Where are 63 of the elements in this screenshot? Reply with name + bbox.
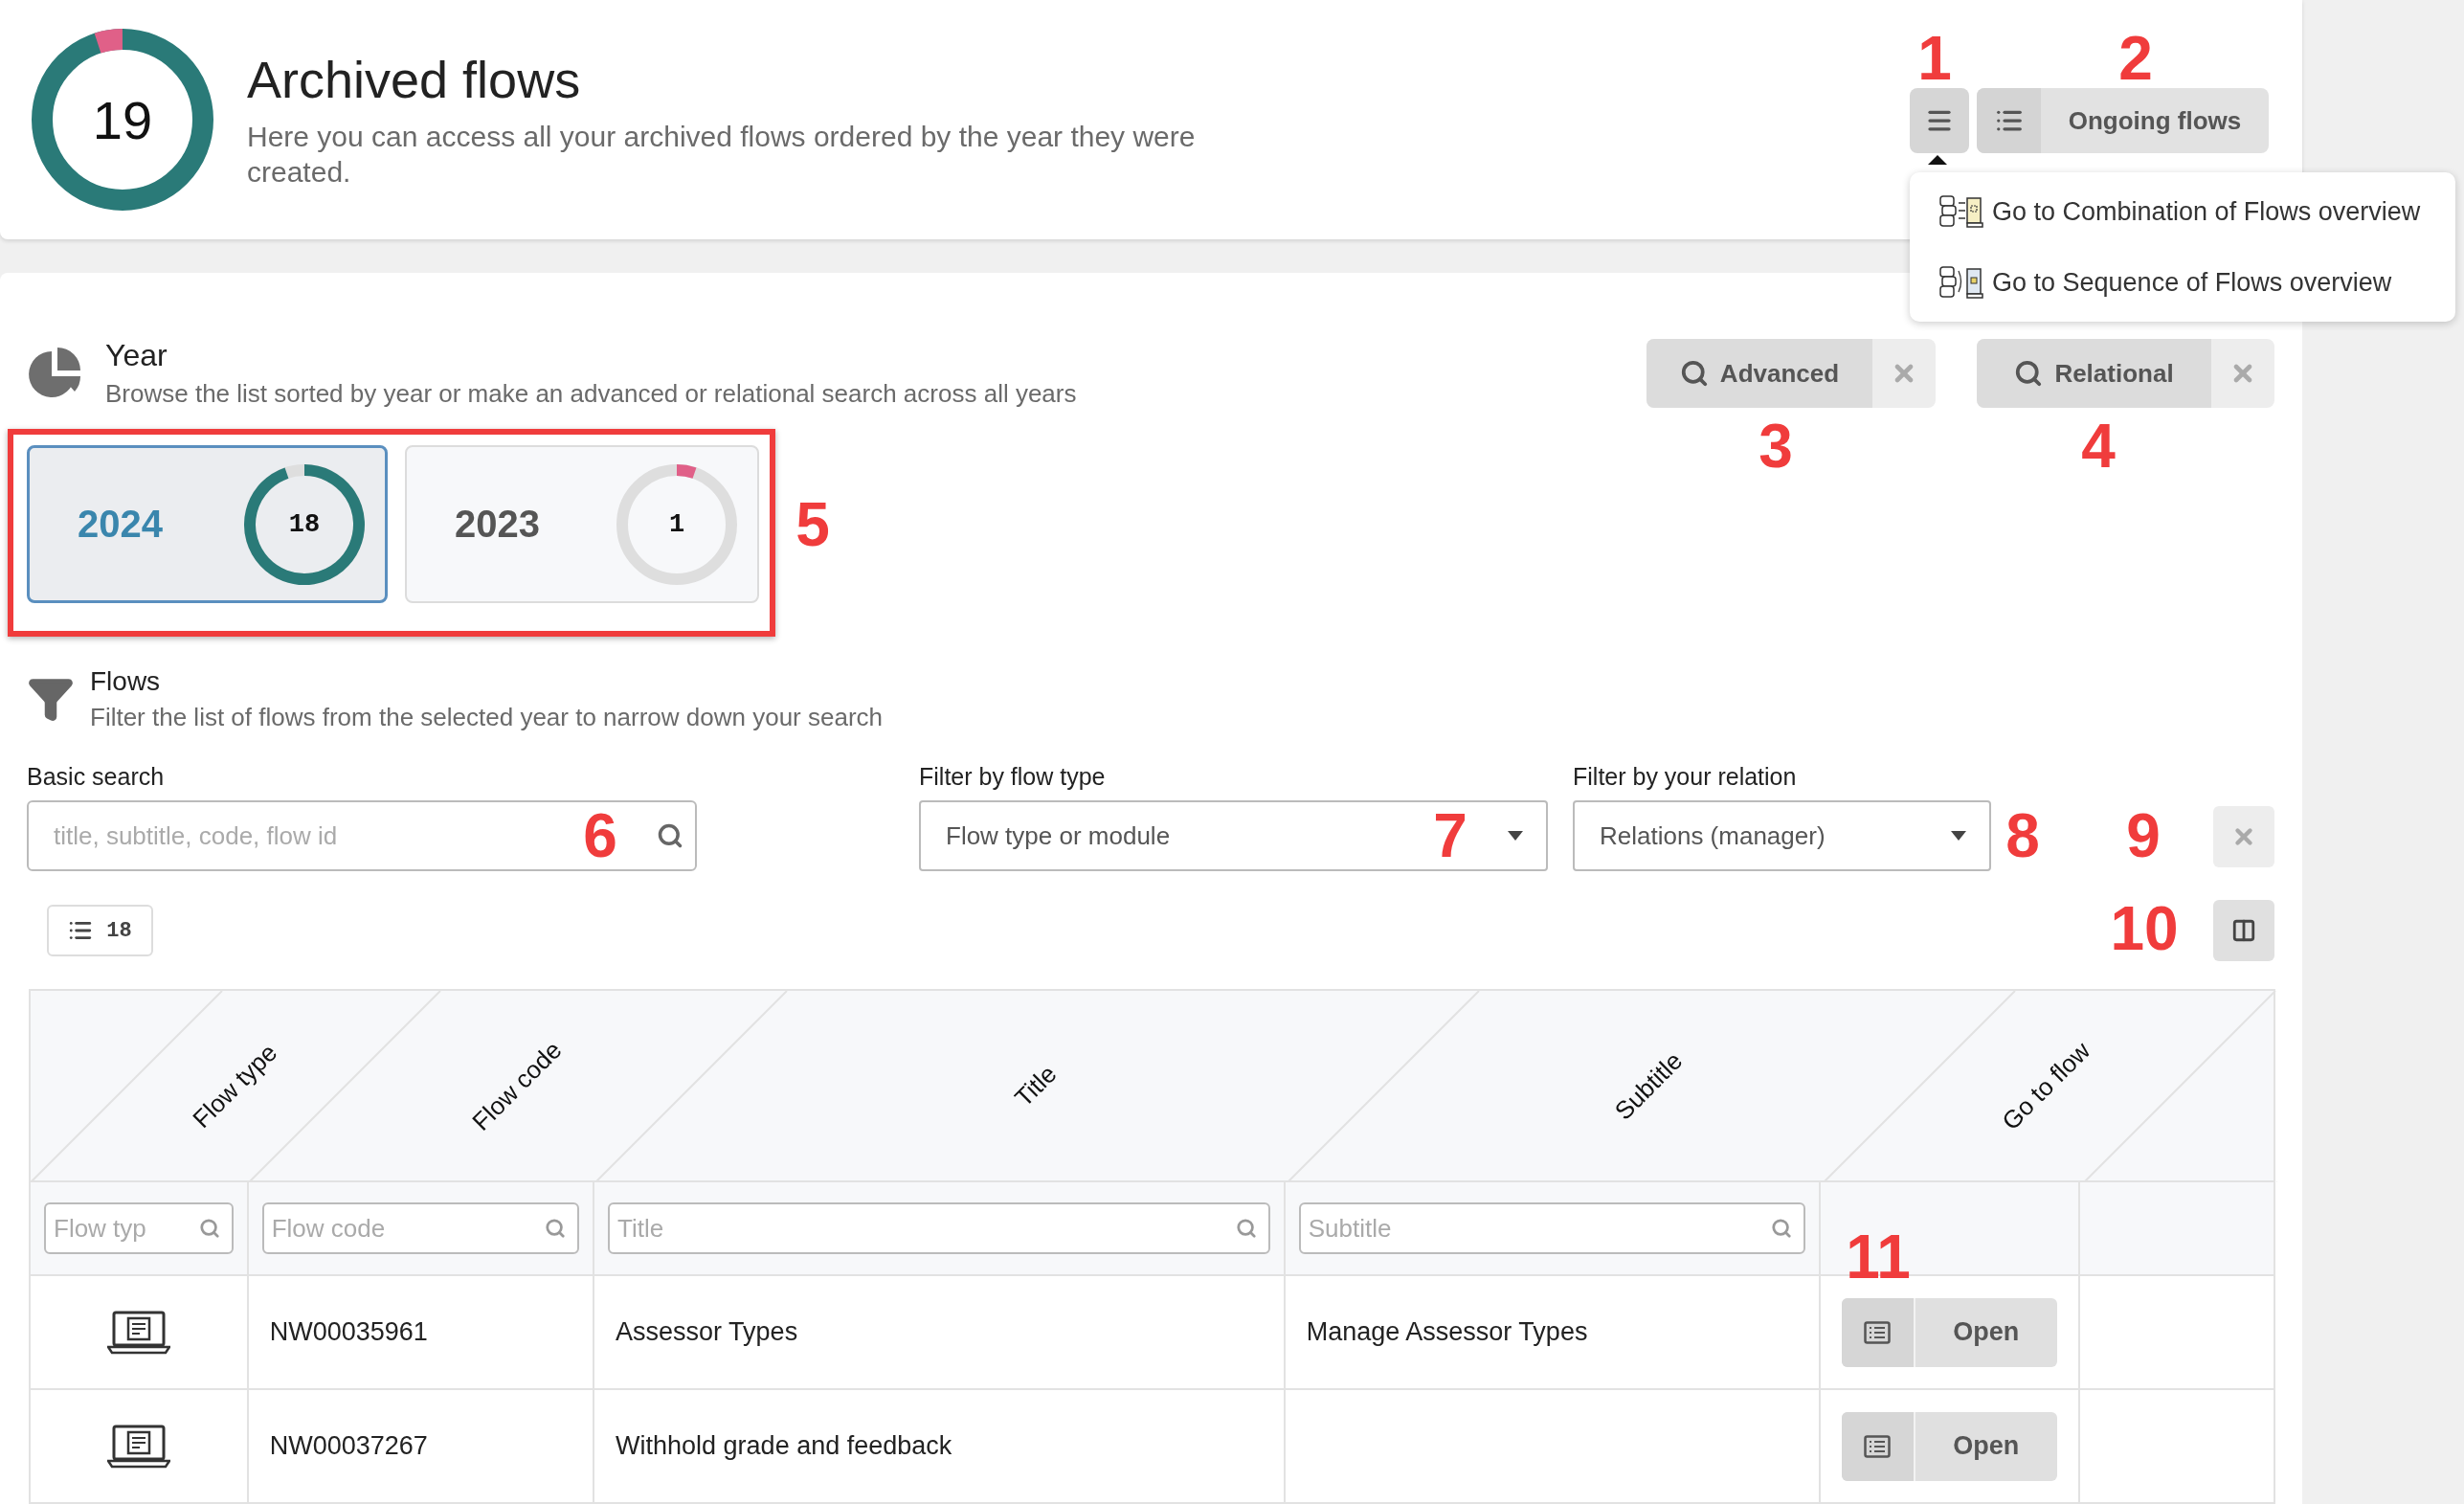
relation-select[interactable]: Relations (manager): [1573, 800, 1991, 871]
annotation-number: 5: [795, 494, 830, 555]
column-header[interactable]: Title: [1008, 1059, 1063, 1112]
column-filter-field[interactable]: Title: [608, 1202, 1270, 1254]
search-icon: [1235, 1218, 1257, 1239]
columns-button[interactable]: [2213, 900, 2274, 961]
total-count: 19: [92, 88, 153, 151]
annotation-number: 8: [2005, 805, 2040, 866]
section-subtitle: Browse the list sorted by year or make an advanced or relational search across all years: [105, 379, 1077, 409]
flows-icon: [1938, 265, 1984, 300]
page-title: Archived flows: [247, 49, 582, 109]
search-icon: [657, 822, 683, 849]
column-filter-field[interactable]: Flow typ: [44, 1202, 234, 1254]
table-cell: NW00035961: [269, 1317, 428, 1347]
annotation-number: 11: [1846, 1226, 1911, 1288]
search-mode-button[interactable]: Advanced: [1646, 339, 1936, 408]
annotation-number: 6: [583, 805, 617, 866]
open-button[interactable]: Open: [1841, 1297, 2057, 1367]
column-filter-field[interactable]: Subtitle: [1298, 1202, 1805, 1254]
field-label: Filter by flow type: [919, 763, 1107, 791]
year-count: 18: [288, 509, 321, 539]
flows-icon: [1938, 194, 1984, 229]
column-filter-field[interactable]: Flow code: [261, 1202, 580, 1254]
annotation-number: 9: [2126, 805, 2161, 866]
annotation-number: 10: [2110, 898, 2179, 959]
year-card[interactable]: 2024 18: [27, 445, 388, 603]
caret-icon: [1508, 831, 1523, 841]
menu-button[interactable]: [1910, 88, 1969, 153]
search-icon: [545, 1218, 567, 1239]
section-title: Flows: [90, 665, 162, 697]
search-icon: [2014, 359, 2044, 388]
result-count: 18: [47, 905, 153, 956]
year-card[interactable]: 2023 1: [405, 445, 759, 603]
open-button[interactable]: Open: [1841, 1411, 2057, 1481]
list-box-icon: [1864, 1320, 1892, 1344]
section-subtitle: Filter the list of flows from the selected year to narrow down your search: [90, 702, 883, 732]
annotation-number: 3: [1758, 415, 1793, 477]
field-label: Filter by your relation: [1573, 763, 1798, 791]
table-cell: NW00037267: [269, 1431, 428, 1461]
table-cell: Withhold grade and feedback: [616, 1431, 952, 1461]
menu-item[interactable]: Go to Sequence of Flows overview: [1938, 251, 2455, 314]
section-title: Year: [105, 338, 168, 373]
table-cell: Assessor Types: [616, 1317, 798, 1347]
columns-icon: [2231, 918, 2256, 943]
annotation-number: 4: [2081, 415, 2116, 477]
menu-item[interactable]: Go to Combination of Flows overview: [1938, 180, 2455, 243]
caret-icon: [1951, 831, 1966, 841]
search-icon: [1770, 1218, 1792, 1239]
ongoing-flows-button[interactable]: Ongoing flows: [1977, 88, 2269, 153]
year-count: 1: [668, 509, 685, 539]
search-mode-button[interactable]: Relational: [1977, 339, 2274, 408]
list-box-icon: [1864, 1434, 1892, 1458]
annotation-number: 2: [2118, 28, 2153, 89]
laptop-icon: [106, 1310, 170, 1355]
annotation-number: 7: [1433, 805, 1467, 866]
field-label: Basic search: [27, 763, 166, 791]
search-icon: [198, 1218, 220, 1239]
annotation-number: 1: [1917, 28, 1952, 89]
table-cell: Manage Assessor Types: [1306, 1317, 1588, 1347]
column-header[interactable]: Go to flow: [1996, 1035, 2096, 1136]
search-icon: [1679, 359, 1709, 388]
laptop-icon: [106, 1424, 170, 1469]
page-subtitle: Here you can access all your archived flows ordered by the year they were created.: [247, 119, 1197, 190]
